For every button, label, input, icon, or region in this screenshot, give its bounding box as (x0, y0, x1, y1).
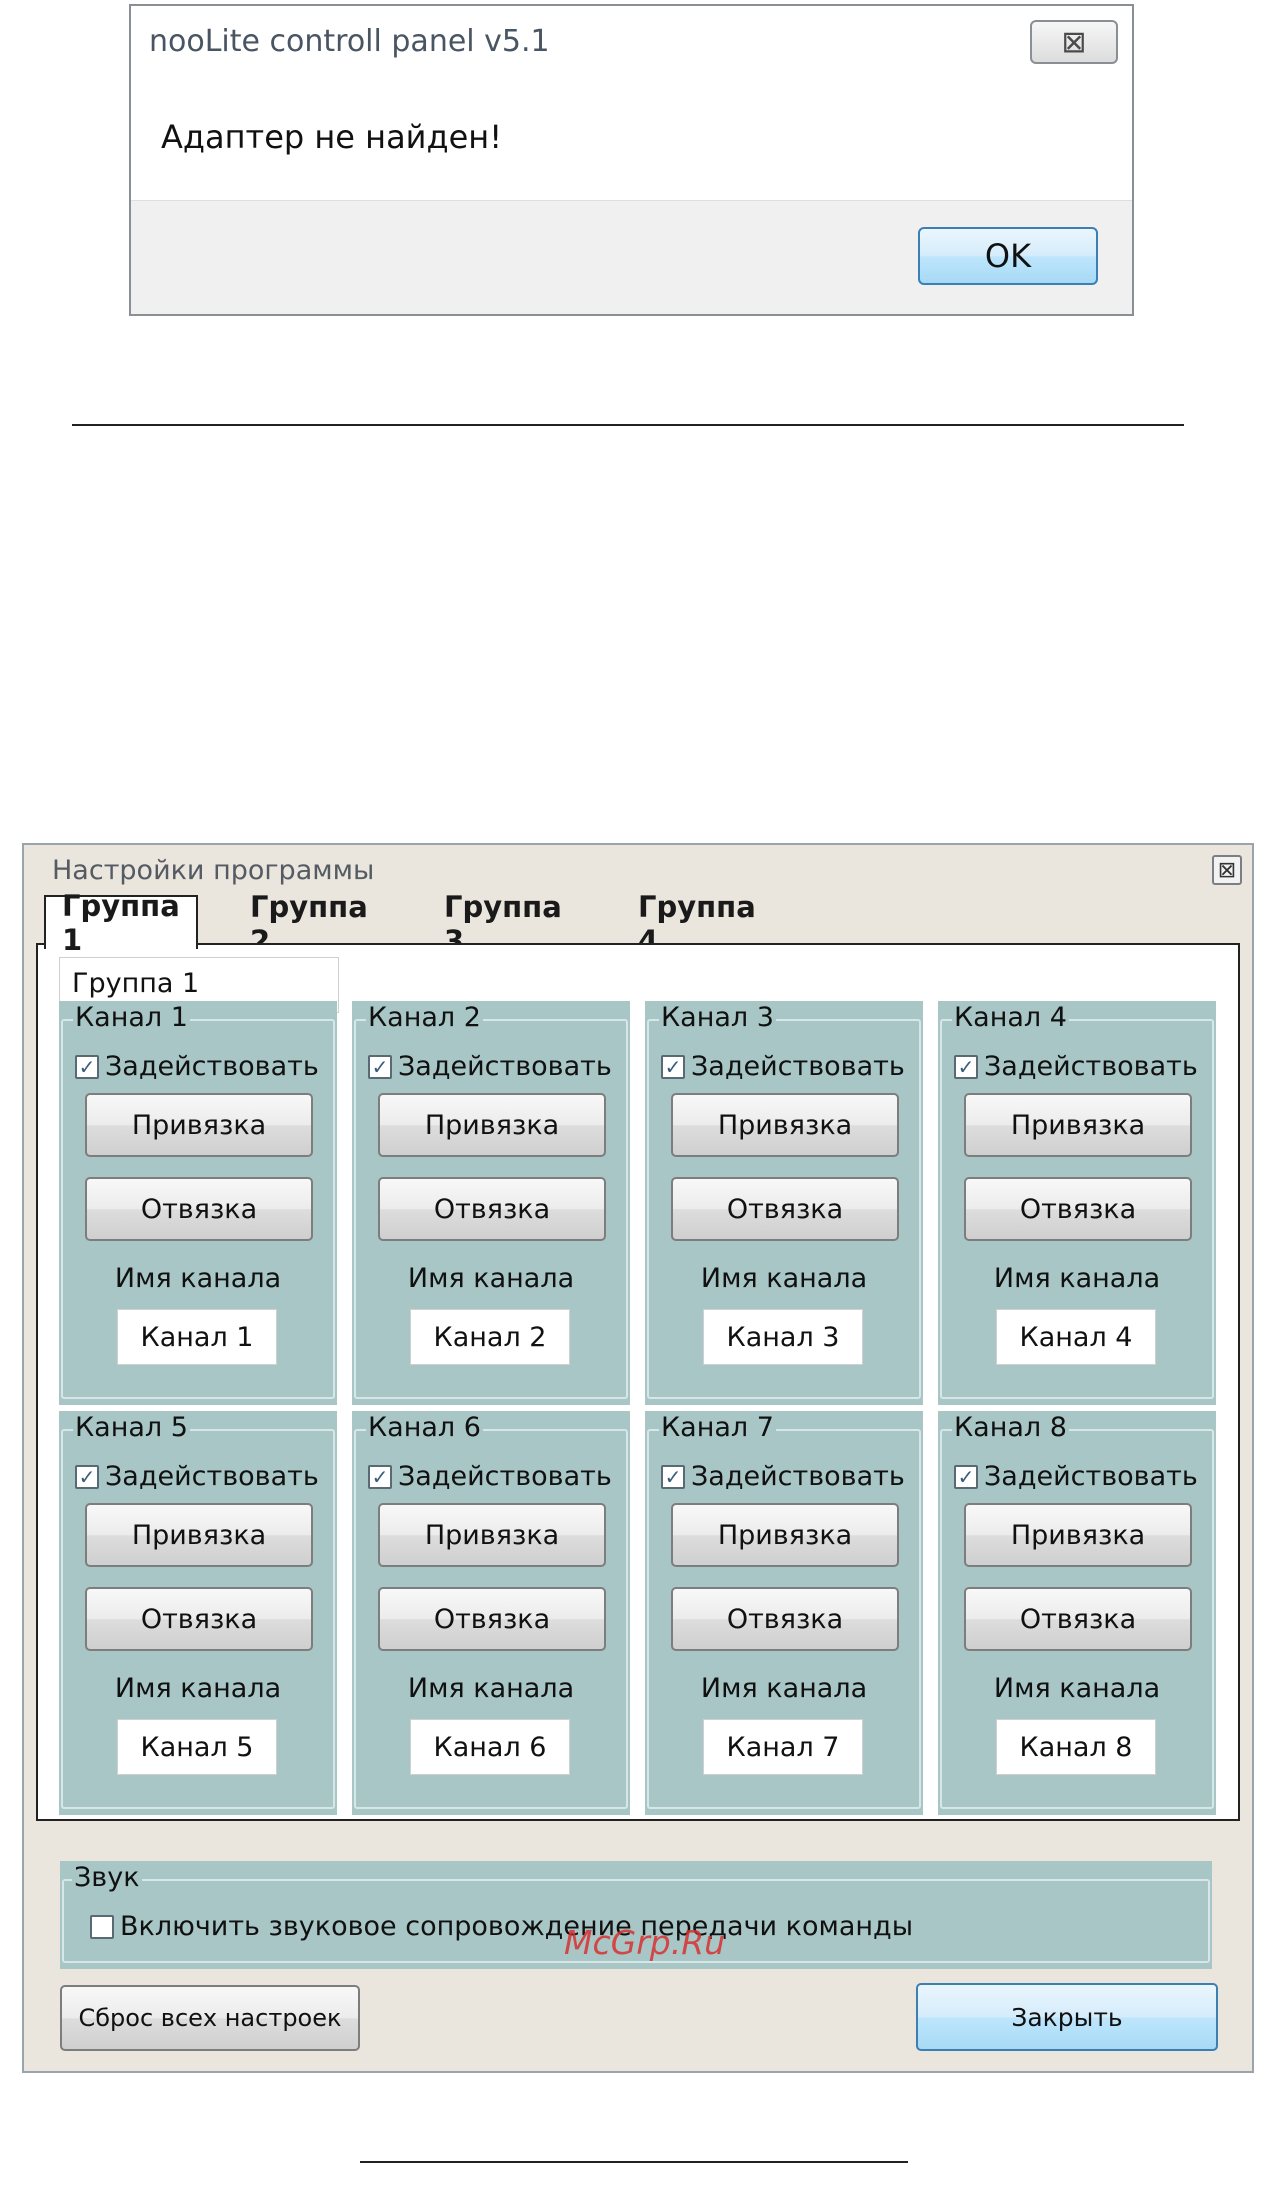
unbind-button[interactable]: Отвязка (378, 1587, 606, 1651)
channel-name-input[interactable]: Канал 3 (703, 1309, 863, 1365)
enable-checkbox-row[interactable]: ✓ Задействовать (368, 1051, 612, 1082)
tab-group-1[interactable]: Группа 1 (44, 889, 198, 957)
channel-legend: Канал 1 (73, 1001, 190, 1035)
message-box-titlebar[interactable]: nooLite controll panel v5.1 ⊠ (131, 6, 1132, 84)
channel-name-label: Имя канала (407, 1673, 575, 1704)
channel-name-input[interactable]: Канал 6 (410, 1719, 570, 1775)
message-box-footer: OK (131, 200, 1132, 314)
channel-legend: Канал 8 (952, 1411, 1069, 1445)
tab-group-3[interactable]: Группа 3 (444, 890, 562, 958)
channel-panel-6: Канал 6 ✓ Задействовать Привязка Отвязка… (352, 1411, 630, 1815)
bind-button[interactable]: Привязка (964, 1503, 1192, 1567)
bind-button[interactable]: Привязка (964, 1093, 1192, 1157)
bind-button[interactable]: Привязка (671, 1503, 899, 1567)
channel-name-label: Имя канала (700, 1673, 868, 1704)
settings-window: Настройки программы ⊠ Группа 1 Группа 2 … (22, 843, 1254, 2073)
sound-legend: Звук (72, 1861, 142, 1895)
ok-button[interactable]: OK (918, 227, 1098, 285)
watermark-text: McGrp.Ru (564, 1923, 726, 1962)
checkbox-checked-icon[interactable]: ✓ (954, 1464, 978, 1489)
enable-label: Задействовать (105, 1461, 319, 1492)
channel-name-label: Имя канала (407, 1263, 575, 1294)
enable-label: Задействовать (398, 1461, 612, 1492)
enable-checkbox-row[interactable]: ✓ Задействовать (75, 1461, 319, 1492)
enable-checkbox-row[interactable]: ✓ Задействовать (954, 1051, 1198, 1082)
enable-checkbox-row[interactable]: ✓ Задействовать (75, 1051, 319, 1082)
group-tab-panel: Группа 1 Канал 1 ✓ Задействовать Привязк… (36, 943, 1240, 1821)
channel-legend: Канал 6 (366, 1411, 483, 1445)
channel-name-label: Имя канала (114, 1673, 282, 1704)
bind-button[interactable]: Привязка (378, 1503, 606, 1567)
enable-checkbox-row[interactable]: ✓ Задействовать (661, 1461, 905, 1492)
bind-button[interactable]: Привязка (85, 1503, 313, 1567)
channel-panel-2: Канал 2 ✓ Задействовать Привязка Отвязка… (352, 1001, 630, 1405)
bind-button[interactable]: Привязка (671, 1093, 899, 1157)
unbind-button[interactable]: Отвязка (85, 1177, 313, 1241)
channel-legend: Канал 7 (659, 1411, 776, 1445)
channel-name-label: Имя канала (993, 1263, 1161, 1294)
unbind-button[interactable]: Отвязка (378, 1177, 606, 1241)
enable-label: Задействовать (398, 1051, 612, 1082)
close-icon[interactable]: ⊠ (1030, 20, 1118, 64)
checkbox-unchecked-icon[interactable] (90, 1914, 114, 1939)
bind-button[interactable]: Привязка (85, 1093, 313, 1157)
channel-panel-8: Канал 8 ✓ Задействовать Привязка Отвязка… (938, 1411, 1216, 1815)
enable-label: Задействовать (691, 1461, 905, 1492)
enable-label: Задействовать (691, 1051, 905, 1082)
checkbox-checked-icon[interactable]: ✓ (368, 1054, 392, 1079)
channel-legend: Канал 2 (366, 1001, 483, 1035)
enable-checkbox-row[interactable]: ✓ Задействовать (954, 1461, 1198, 1492)
unbind-button[interactable]: Отвязка (964, 1587, 1192, 1651)
divider-line (72, 424, 1184, 426)
channel-legend: Канал 5 (73, 1411, 190, 1445)
channel-name-input[interactable]: Канал 8 (996, 1719, 1156, 1775)
channel-name-input[interactable]: Канал 1 (117, 1309, 277, 1365)
close-button[interactable]: Закрыть (916, 1983, 1218, 2051)
channel-name-input[interactable]: Канал 2 (410, 1309, 570, 1365)
sound-checkbox-row[interactable]: Включить звуковое сопровождение передачи… (90, 1911, 913, 1942)
unbind-button[interactable]: Отвязка (964, 1177, 1192, 1241)
checkbox-checked-icon[interactable]: ✓ (368, 1464, 392, 1489)
message-box-body: Адаптер не найден! (131, 84, 1132, 200)
bind-button[interactable]: Привязка (378, 1093, 606, 1157)
enable-checkbox-row[interactable]: ✓ Задействовать (661, 1051, 905, 1082)
message-box-window: nooLite controll panel v5.1 ⊠ Адаптер не… (129, 4, 1134, 316)
channel-name-input[interactable]: Канал 5 (117, 1719, 277, 1775)
channel-panel-4: Канал 4 ✓ Задействовать Привязка Отвязка… (938, 1001, 1216, 1405)
enable-label: Задействовать (984, 1461, 1198, 1492)
channel-panel-5: Канал 5 ✓ Задействовать Привязка Отвязка… (59, 1411, 337, 1815)
message-text: Адаптер не найден! (161, 118, 503, 156)
close-icon[interactable]: ⊠ (1212, 855, 1242, 885)
tab-group-4[interactable]: Группа 4 (638, 890, 756, 958)
message-box-title: nooLite controll panel v5.1 (149, 24, 550, 59)
channel-panel-3: Канал 3 ✓ Задействовать Привязка Отвязка… (645, 1001, 923, 1405)
checkbox-checked-icon[interactable]: ✓ (661, 1464, 685, 1489)
channel-legend: Канал 4 (952, 1001, 1069, 1035)
channel-name-label: Имя канала (114, 1263, 282, 1294)
checkbox-checked-icon[interactable]: ✓ (75, 1054, 99, 1079)
checkbox-checked-icon[interactable]: ✓ (954, 1054, 978, 1079)
enable-label: Задействовать (105, 1051, 319, 1082)
channel-panel-7: Канал 7 ✓ Задействовать Привязка Отвязка… (645, 1411, 923, 1815)
settings-title: Настройки программы (52, 855, 375, 886)
channel-name-input[interactable]: Канал 4 (996, 1309, 1156, 1365)
checkbox-checked-icon[interactable]: ✓ (75, 1464, 99, 1489)
unbind-button[interactable]: Отвязка (85, 1587, 313, 1651)
sound-checkbox-label: Включить звуковое сопровождение передачи… (120, 1911, 914, 1942)
enable-checkbox-row[interactable]: ✓ Задействовать (368, 1461, 612, 1492)
channel-name-input[interactable]: Канал 7 (703, 1719, 863, 1775)
channel-legend: Канал 3 (659, 1001, 776, 1035)
enable-label: Задействовать (984, 1051, 1198, 1082)
tab-group-2[interactable]: Группа 2 (250, 890, 368, 958)
divider-line (360, 2161, 908, 2163)
reset-settings-button[interactable]: Сброс всех настроек (60, 1985, 360, 2051)
unbind-button[interactable]: Отвязка (671, 1587, 899, 1651)
channel-name-label: Имя канала (993, 1673, 1161, 1704)
channel-name-label: Имя канала (700, 1263, 868, 1294)
checkbox-checked-icon[interactable]: ✓ (661, 1054, 685, 1079)
channel-panel-1: Канал 1 ✓ Задействовать Привязка Отвязка… (59, 1001, 337, 1405)
unbind-button[interactable]: Отвязка (671, 1177, 899, 1241)
